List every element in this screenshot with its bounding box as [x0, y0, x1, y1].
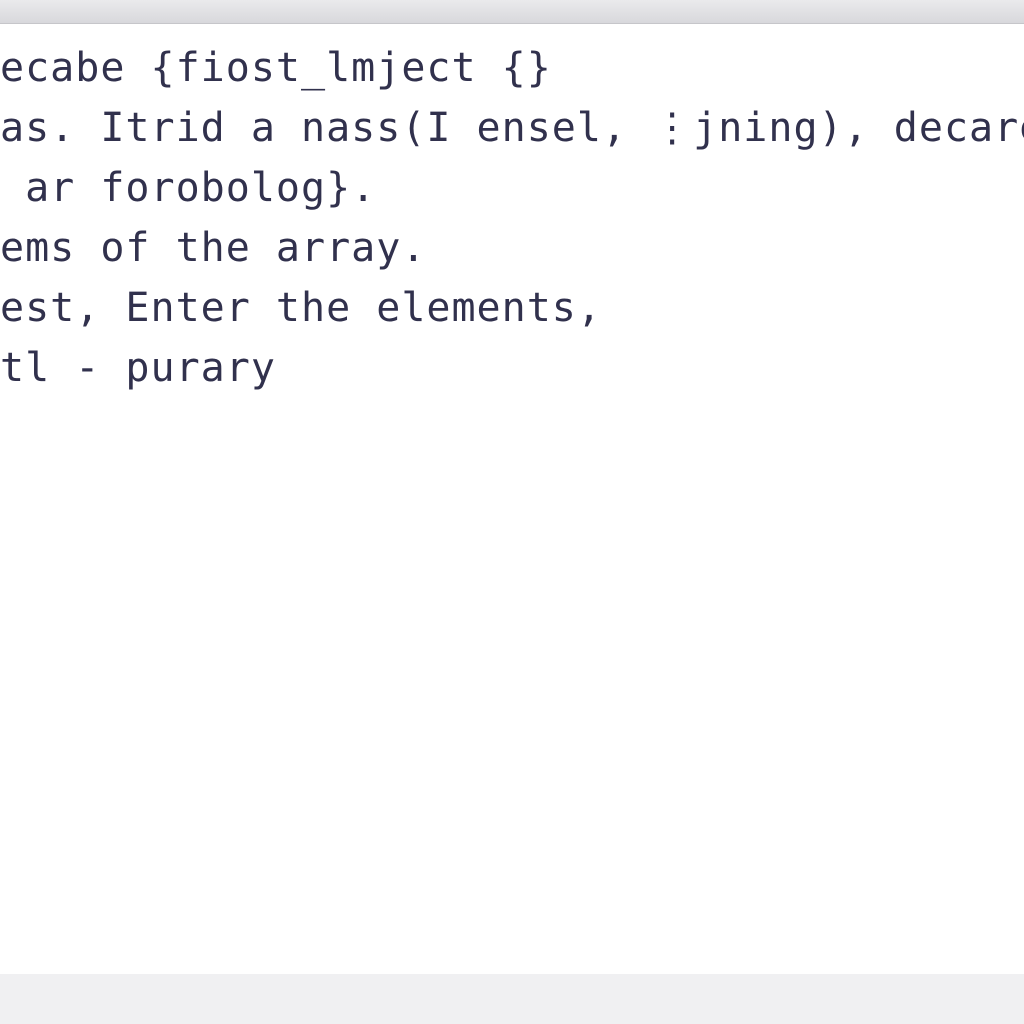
- code-line: ems of the array.: [0, 218, 1024, 278]
- code-line: est, Enter the elements,: [0, 278, 1024, 338]
- code-line: tl - purary: [0, 338, 1024, 398]
- window-titlebar: [0, 0, 1024, 24]
- code-line: ar forobolog}.: [0, 158, 1024, 218]
- code-line: ecabe {fiost_lmject {}: [0, 38, 1024, 98]
- code-editor[interactable]: ecabe {fiost_lmject {} as. Itrid a nass(…: [0, 24, 1024, 974]
- code-line: as. Itrid a nass(I ensel, ⋮jning), decar…: [0, 98, 1024, 158]
